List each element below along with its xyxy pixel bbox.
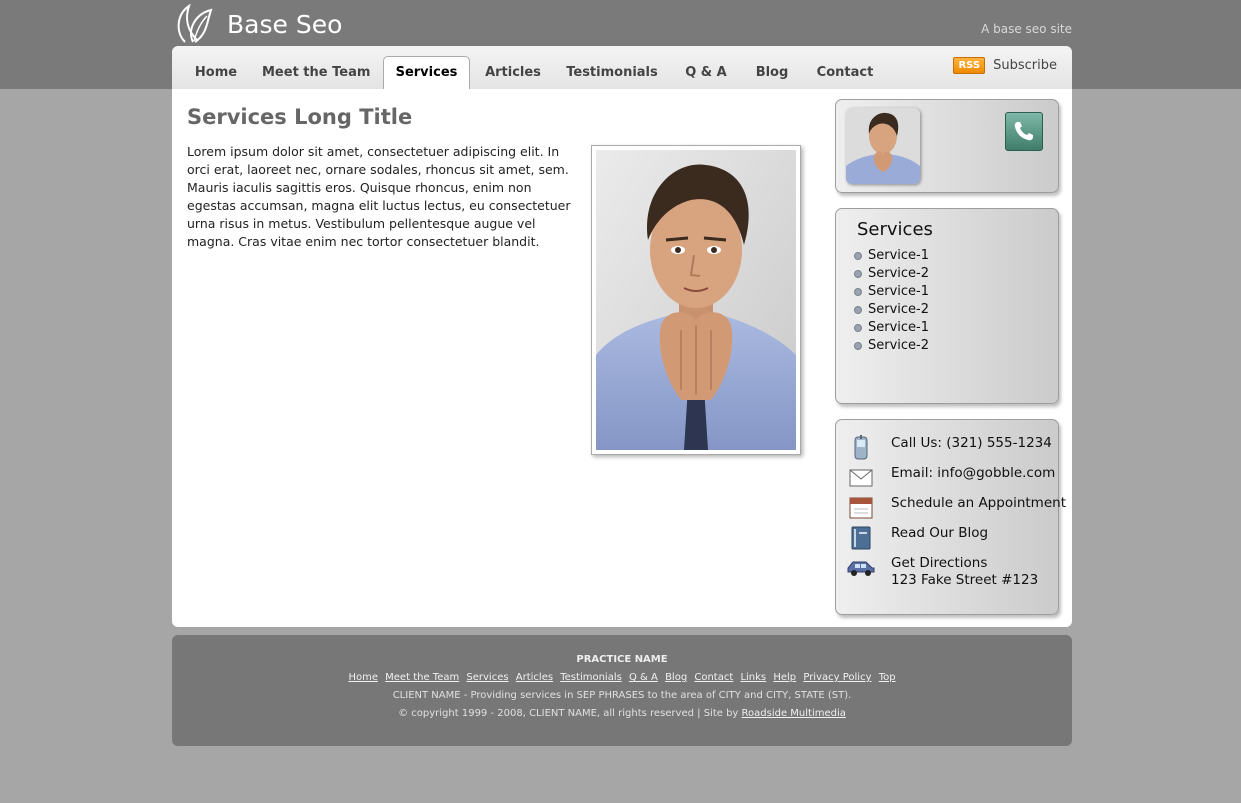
address-label: 123 Fake Street #123 — [891, 572, 1039, 588]
footer-copyright-line: © copyright 1999 - 2008, CLIENT NAME, al… — [172, 708, 1072, 719]
rss-subscribe-link[interactable]: RSS Subscribe — [953, 57, 1057, 74]
bullet-icon — [854, 342, 862, 350]
leaf-logo-icon — [177, 4, 213, 43]
footer-link-links[interactable]: Links — [740, 672, 766, 683]
services-box: Services Service-1 Service-2 Service-1 S… — [835, 208, 1059, 404]
calendar-icon — [846, 495, 876, 521]
cellphone-icon — [846, 435, 876, 461]
tab-contact[interactable]: Contact — [814, 58, 876, 88]
phone-icon — [1014, 122, 1033, 141]
footer-link-q-and-a[interactable]: Q & A — [629, 672, 658, 683]
email-label: Email: info@gobble.com — [891, 465, 1056, 481]
service-link[interactable]: Service-1 — [854, 319, 929, 337]
bullet-icon — [854, 324, 862, 332]
site-tagline: A base seo site — [981, 22, 1072, 36]
page-title: Services Long Title — [187, 105, 413, 129]
subscribe-label: Subscribe — [993, 58, 1057, 73]
footer-link-privacy-policy[interactable]: Privacy Policy — [803, 672, 871, 683]
phone-button[interactable] — [1005, 112, 1043, 151]
footer-client-line: CLIENT NAME - Providing services in SEP … — [392, 690, 852, 701]
service-link[interactable]: Service-2 — [854, 265, 929, 283]
contact-photo-box — [835, 99, 1059, 193]
footer: PRACTICE NAME Home Meet the Team Service… — [172, 635, 1072, 746]
service-link-label: Service-2 — [868, 338, 930, 353]
book-icon — [846, 525, 876, 551]
services-heading: Services — [857, 219, 933, 240]
read-blog-link[interactable]: Read Our Blog — [846, 525, 1056, 551]
footer-credit-link[interactable]: Roadside Multimedia — [742, 708, 846, 719]
tab-articles[interactable]: Articles — [481, 58, 545, 88]
footer-links: Home Meet the Team Services Articles Tes… — [172, 672, 1072, 683]
footer-link-services[interactable]: Services — [466, 672, 508, 683]
man-portrait-image — [596, 150, 796, 450]
bullet-icon — [854, 270, 862, 278]
service-link-label: Service-2 — [868, 302, 930, 317]
service-link[interactable]: Service-1 — [854, 247, 929, 265]
call-us-link[interactable]: Call Us: (321) 555-1234 — [846, 435, 1056, 461]
body-text: Lorem ipsum dolor sit amet, consectetuer… — [187, 144, 571, 249]
directions-label: Get Directions — [891, 555, 988, 571]
email-link[interactable]: Email: info@gobble.com — [846, 465, 1056, 491]
tab-testimonials[interactable]: Testimonials — [564, 58, 660, 88]
car-icon — [846, 555, 876, 581]
get-directions-link[interactable]: Get Directions 123 Fake Street #123 — [846, 555, 1056, 589]
rss-icon: RSS — [953, 57, 986, 74]
bullet-icon — [854, 306, 862, 314]
contact-info-box: Call Us: (321) 555-1234 Email: info@gobb… — [835, 419, 1066, 615]
service-link[interactable]: Service-1 — [854, 283, 929, 301]
service-link[interactable]: Service-2 — [854, 337, 929, 355]
tab-meet-the-team[interactable]: Meet the Team — [262, 58, 370, 88]
schedule-label: Schedule an Appointment — [891, 495, 1066, 511]
bullet-icon — [854, 288, 862, 296]
footer-practice-name: PRACTICE NAME — [576, 654, 668, 665]
tab-home[interactable]: Home — [186, 58, 246, 88]
service-link-label: Service-1 — [868, 248, 930, 263]
envelope-icon — [846, 465, 876, 491]
service-link-label: Service-1 — [868, 284, 930, 299]
service-link[interactable]: Service-2 — [854, 301, 929, 319]
footer-copyright: © copyright 1999 - 2008, CLIENT NAME, al… — [398, 708, 742, 719]
main-navigation: Home Meet the Team Services Articles Tes… — [172, 46, 1072, 89]
bullet-icon — [854, 252, 862, 260]
footer-link-blog[interactable]: Blog — [665, 672, 687, 683]
blog-label: Read Our Blog — [891, 525, 989, 541]
service-link-label: Service-1 — [868, 320, 930, 335]
portrait-thumbnail-image — [846, 108, 920, 184]
footer-link-top[interactable]: Top — [879, 672, 896, 683]
directions-text: Get Directions 123 Fake Street #123 — [891, 555, 1038, 589]
tab-blog[interactable]: Blog — [752, 58, 792, 88]
tab-services[interactable]: Services — [383, 56, 470, 89]
portrait-thumbnail[interactable] — [846, 108, 920, 184]
site-logo[interactable]: Base Seo — [173, 4, 342, 44]
footer-link-home[interactable]: Home — [348, 672, 378, 683]
portrait-photo — [591, 145, 801, 455]
footer-link-articles[interactable]: Articles — [516, 672, 553, 683]
footer-link-contact[interactable]: Contact — [694, 672, 733, 683]
main-content: Services Long Title Lorem ipsum dolor si… — [172, 89, 1072, 627]
call-us-label: Call Us: (321) 555-1234 — [891, 435, 1052, 451]
footer-link-testimonials[interactable]: Testimonials — [560, 672, 622, 683]
footer-link-help[interactable]: Help — [773, 672, 796, 683]
services-list: Service-1 Service-2 Service-1 Service-2 … — [854, 247, 929, 355]
site-name[interactable]: Base Seo — [227, 10, 342, 39]
schedule-appointment-link[interactable]: Schedule an Appointment — [846, 495, 1066, 521]
footer-link-meet-the-team[interactable]: Meet the Team — [385, 672, 459, 683]
service-link-label: Service-2 — [868, 266, 930, 281]
tab-q-and-a[interactable]: Q & A — [680, 58, 732, 88]
